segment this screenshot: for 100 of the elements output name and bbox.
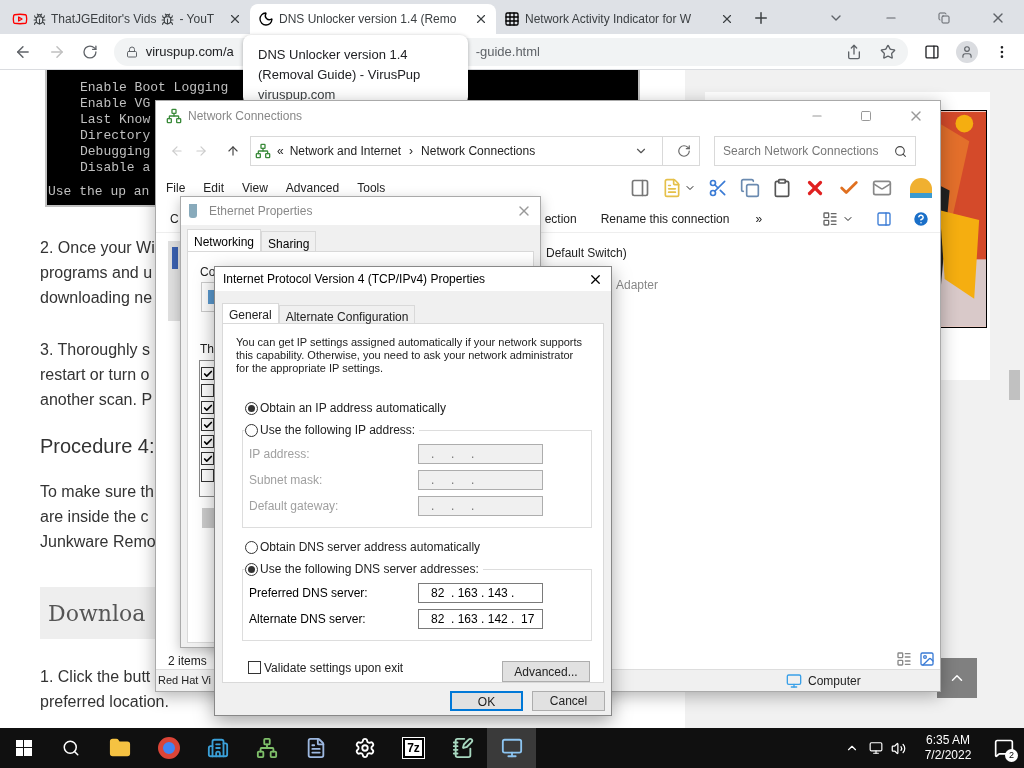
checkbox[interactable] [201,384,214,397]
details-view-icon[interactable] [896,651,912,667]
notification-count: 2 [1005,749,1018,762]
help-icon[interactable] [912,209,931,228]
ok-button[interactable]: OK [450,691,523,711]
radio-label[interactable]: Obtain DNS server address automatically [260,538,481,556]
browser-tab[interactable]: Network Activity Indicator for W [496,4,742,34]
volume-icon[interactable] [891,740,906,756]
browser-tab[interactable]: DNS Unlocker version 1.4 (Remo [250,4,496,34]
command-button[interactable]: Rename this connection [600,209,730,228]
command-button[interactable]: ection [544,209,577,228]
reload-icon[interactable] [81,43,98,60]
up-icon[interactable] [226,144,240,158]
article-text: another scan. P [40,390,153,410]
restore-icon[interactable] [938,12,950,24]
field-label: IP address: [248,446,311,463]
field-label: Default gateway: [248,498,340,515]
article-text: To make sure th [40,482,154,502]
folder-icon[interactable] [108,737,131,759]
buildings-icon[interactable] [206,737,229,759]
chrome-icon[interactable] [157,737,180,759]
scroll-to-top-button[interactable] [937,658,977,698]
radio-label[interactable]: Use the following IP address: [260,421,420,439]
menu-item[interactable]: Tools [357,179,386,197]
search-icon[interactable] [62,739,80,757]
network-icon[interactable] [255,737,278,759]
large-icons-view-icon[interactable] [919,651,935,667]
radio-label[interactable]: Obtain an IP address automatically [260,399,446,417]
scrollbar-thumb[interactable] [1009,370,1020,400]
checkbox[interactable] [201,367,214,380]
dialog-title: Internet Protocol Version 4 (TCP/IPv4) Properties [223,271,486,288]
connection-name[interactable]: Default Switch) [546,244,627,262]
ip-address-field[interactable]: 82 . 163 . 143 . [418,583,543,603]
clipboard-icon[interactable] [772,178,792,198]
article-text: 2. Once your Wi [40,238,155,258]
close-icon[interactable] [474,12,488,26]
address-box[interactable]: « Network and Internet › Network Connections [250,136,700,166]
url-text: -guide.html [475,42,540,61]
profile-avatar[interactable] [956,40,979,63]
clock[interactable]: 6:35 AM 7/2/2022 [916,733,980,763]
preview-pane-icon[interactable] [876,210,893,227]
more-commands[interactable]: » [755,209,763,228]
preview-pane-icon[interactable] [630,178,650,198]
advanced-button[interactable]: Advanced... [502,661,590,682]
radio-button[interactable] [245,401,258,415]
dialog-tab[interactable]: Alternate Configuration [278,305,416,323]
ip-address-field[interactable]: 82 . 163 . 142 . 17 [418,609,543,629]
dialog-tab[interactable]: Sharing [261,231,317,251]
notepad-icon[interactable] [451,737,474,759]
network-status-icon[interactable] [869,741,883,755]
dialog-tab[interactable]: General [222,303,279,323]
article-text: are inside the c [40,507,149,527]
terminal-line: Directory [80,128,151,144]
side-panel-icon[interactable] [924,43,941,60]
radio-button[interactable] [245,562,258,576]
checkbox-label[interactable]: Validate settings upon exit [264,658,404,677]
checkbox[interactable] [201,418,214,431]
settings-icon[interactable] [353,737,376,759]
checkbox[interactable] [201,401,214,414]
search-field[interactable]: Search Network Connections [714,136,916,166]
monitor-icon[interactable] [500,737,523,759]
dialog-tab[interactable]: Networking [187,229,262,251]
menu-item[interactable]: View [242,179,268,197]
shell-icon[interactable] [910,178,932,198]
menu-item[interactable]: File [166,179,186,197]
article-text: Junkware Remo [40,532,156,552]
bookmark-star-icon[interactable] [880,43,897,60]
browser-tab[interactable]: ThatJGEditor's Vids - YouT [4,4,250,34]
item-count: 2 items [168,653,207,670]
article-text: 3. Thoroughly s [40,340,150,360]
radio-label[interactable]: Use the following DNS server addresses: [260,560,483,578]
command-button[interactable]: C [170,209,179,228]
breadcrumb-item[interactable]: Network and Internet [289,142,402,160]
windows-logo-icon[interactable] [16,740,32,756]
share-icon[interactable] [846,43,863,60]
computer-icon [786,672,802,689]
breadcrumb-item[interactable]: Network Connections [421,142,536,160]
checkbox[interactable] [201,435,214,448]
terminal-line: Debugging [80,144,151,160]
close-icon[interactable] [720,12,734,26]
maximize-icon[interactable] [860,110,872,122]
menu-item[interactable]: Edit [203,179,225,197]
close-icon[interactable] [228,12,242,26]
radio-button[interactable] [245,540,258,554]
taskbar-app[interactable]: 7z [389,728,438,768]
menu-item[interactable]: Advanced [285,179,340,197]
cancel-button[interactable]: Cancel [532,691,605,711]
checkbox[interactable] [201,469,214,482]
envelope-icon[interactable] [872,178,892,198]
copy-icon[interactable] [740,178,760,198]
new-tab-icon[interactable] [752,9,770,27]
section-heading: Procedure 4: [40,434,155,459]
radio-button[interactable] [245,423,258,437]
taskbar-app[interactable] [487,728,536,768]
view-options-icon[interactable] [822,210,839,227]
refresh-icon[interactable] [677,144,691,158]
archive-app-button[interactable]: 7z [403,738,424,758]
checkbox[interactable] [248,661,261,674]
checkbox[interactable] [201,452,214,465]
scissors-icon[interactable] [708,178,728,198]
